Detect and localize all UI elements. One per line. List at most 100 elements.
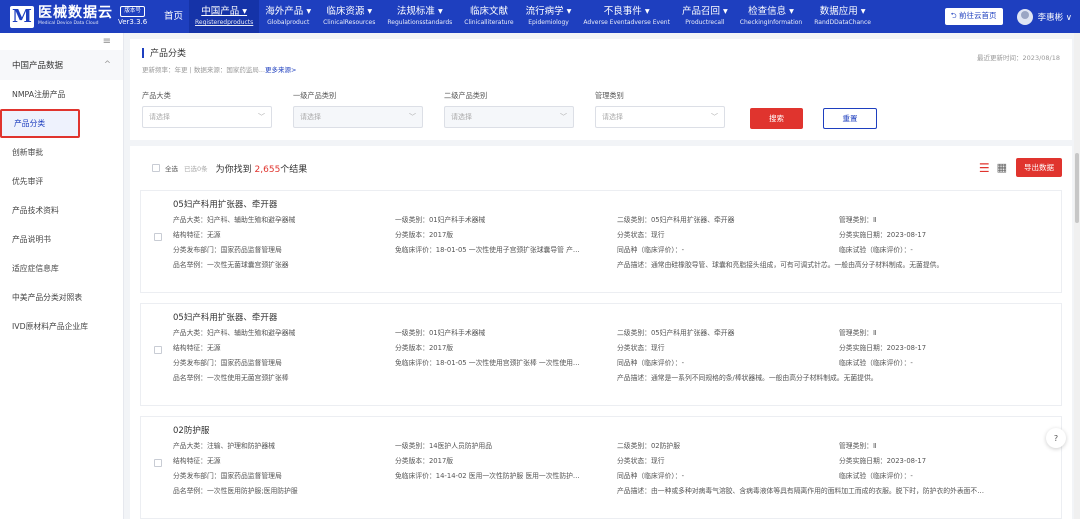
item-field: 分类实施日期：2023-08-17	[839, 231, 927, 239]
help-icon[interactable]: ?	[1046, 428, 1066, 448]
item-checkbox[interactable]	[154, 459, 162, 467]
result-count: 为你找到 2,655个结果	[215, 164, 308, 175]
nav-registered-products[interactable]: 中国产品 ▾ Registeredproducts	[189, 0, 260, 33]
item-field: 临床试验（临床评价）：-	[839, 359, 913, 367]
search-button[interactable]: 搜索	[750, 108, 803, 129]
item-field: 一级类别：01妇产科手术器械	[395, 329, 486, 337]
item-field: 产品大类：妇产科、辅助生殖和避孕器械	[173, 329, 296, 337]
item-title[interactable]: 05妇产科用扩张器、牵开器	[173, 311, 1051, 323]
sidebar-item-ivd-raw-materials[interactable]: IVD原材料产品企业库	[0, 312, 123, 341]
item-field: 免临床评价：14-14-02 医用一次性防护服 医用一次性防护…	[395, 472, 580, 480]
page-scrollbar[interactable]	[1074, 33, 1080, 519]
nav-data-application[interactable]: 数据应用 ▾ RandDDataChance	[808, 0, 877, 33]
item-field: 分类状态：现行	[617, 344, 665, 352]
chevron-down-icon: ﹀	[409, 113, 416, 121]
sidebar-item-indications[interactable]: 适应症信息库	[0, 254, 123, 283]
list-view-icon[interactable]: ☰	[979, 161, 990, 175]
item-field: 一级类别：14医护人员防护用品	[395, 442, 493, 450]
item-field: 品名举例：一次性使用无菌宫颈扩张棒	[173, 374, 289, 382]
item-field: 产品大类：妇产科、辅助生殖和避孕器械	[173, 216, 296, 224]
item-field: 分类版本：2017版	[395, 344, 454, 352]
item-field: 免临床评价：18-01-05 一次性使用子宫颈扩张球囊导管 产…	[395, 246, 580, 254]
nav-home[interactable]: 首页	[158, 0, 189, 33]
sidebar-item-nmpa[interactable]: NMPA注册产品	[0, 80, 123, 109]
select-all-checkbox[interactable]	[152, 164, 160, 172]
scrollbar-thumb[interactable]	[1075, 153, 1079, 223]
item-field: 产品描述：由一种或多种对病毒气溶胶、含病毒液体等具有隔离作用的面料加工而成的衣服…	[617, 487, 985, 495]
item-field: 产品描述：通常由硅橡胶导管、球囊和亮脂接头组成，可有可调式针芯。一般由高分子材料…	[617, 261, 944, 269]
item-field: 结构特征：无源	[173, 457, 221, 465]
sidebar-item-technical-data[interactable]: 产品技术资料	[0, 196, 123, 225]
list-item[interactable]: 05妇产科用扩张器、牵开器 产品大类：妇产科、辅助生殖和避孕器械 一级类别：01…	[140, 303, 1062, 406]
logo-title: 医械数据云	[38, 5, 113, 21]
item-field: 分类实施日期：2023-08-17	[839, 344, 927, 352]
level1-category-select[interactable]: 请选择 ﹀	[293, 106, 423, 128]
update-info: 更新频率：年更 | 数据来源：国家药监局...更多来源>	[142, 66, 297, 74]
nav-checking-information[interactable]: 检查信息 ▾ CheckingInformation	[734, 0, 808, 33]
list-item[interactable]: 05妇产科用扩张器、牵开器 产品大类：妇产科、辅助生殖和避孕器械 一级类别：01…	[140, 190, 1062, 293]
last-update-time: 最近更新时间：2023/08/18	[977, 54, 1060, 62]
item-field: 临床试验（临床评价）：-	[839, 246, 913, 254]
reset-button[interactable]: 重置	[823, 108, 877, 129]
item-title[interactable]: 02防护服	[173, 424, 1051, 436]
nav-clinical-resources[interactable]: 临床资源 ▾ ClinicalResources	[317, 0, 381, 33]
item-field: 分类发布部门：国家药品监督管理局	[173, 246, 282, 254]
nav-epidemiology[interactable]: 流行病学 ▾ Epidemiology	[520, 0, 578, 33]
user-menu[interactable]: 李惠彬 ∨	[1038, 11, 1072, 23]
item-checkbox[interactable]	[154, 233, 162, 241]
menu-toggle-icon[interactable]: ≡	[0, 33, 123, 50]
item-field: 二级类别：05妇产科用扩张器、牵开器	[617, 216, 735, 224]
item-field: 一级类别：01妇产科手术器械	[395, 216, 486, 224]
sidebar-group-label: 中国产品数据	[12, 61, 64, 71]
table-view-icon[interactable]: ▦	[997, 161, 1007, 174]
logo[interactable]: M 医械数据云 Medical Device Data Cloud 版本号 Ve…	[0, 0, 158, 33]
version-badge: 版本号	[120, 6, 145, 17]
top-navigation-bar: M 医械数据云 Medical Device Data Cloud 版本号 Ve…	[0, 0, 1080, 33]
more-sources-link[interactable]: 更多来源>	[265, 66, 296, 74]
sidebar-group-china-products[interactable]: 中国产品数据 ^	[0, 50, 123, 80]
item-field: 产品描述：通常是一系列不同规格的条/棒状器械。一般由高分子材料制成。无菌提供。	[617, 374, 878, 382]
chevron-up-icon: ^	[103, 60, 111, 70]
item-field: 免临床评价：18-01-05 一次性使用宫颈扩张棒 一次性使用…	[395, 359, 580, 367]
list-item[interactable]: 02防护服 产品大类：注输、护理和防护器械 一级类别：14医护人员防护用品 二级…	[140, 416, 1062, 519]
goto-cloud-home-button[interactable]: ⮌ 前往云首页	[944, 8, 1003, 25]
nav-clinical-literature[interactable]: 临床文献 Clinicalliterature	[458, 0, 519, 33]
export-data-button[interactable]: 导出数据	[1016, 158, 1062, 177]
level2-category-select[interactable]: 请选择 ﹀	[444, 106, 574, 128]
item-field: 结构特征：无源	[173, 344, 221, 352]
sidebar-item-instructions[interactable]: 产品说明书	[0, 225, 123, 254]
version-number: Ver3.3.6	[118, 18, 148, 26]
management-class-select[interactable]: 请选择 ﹀	[595, 106, 725, 128]
main-content: 产品分类 更新频率：年更 | 数据来源：国家药监局...更多来源> 最近更新时间…	[130, 39, 1072, 519]
chevron-down-icon: ﹀	[258, 113, 265, 121]
chevron-down-icon: ﹀	[560, 113, 567, 121]
page-title: 产品分类	[142, 46, 1060, 59]
filter-level1-category: 一级产品类别 请选择 ﹀	[293, 91, 423, 128]
filter-panel: 产品分类 更新频率：年更 | 数据来源：国家药监局...更多来源> 最近更新时间…	[130, 39, 1072, 140]
filter-product-category: 产品大类 请选择 ﹀	[142, 91, 272, 128]
sidebar: ≡ 中国产品数据 ^ NMPA注册产品 产品分类 创新审批 优先审评 产品技术资…	[0, 33, 124, 519]
nav-global-product[interactable]: 海外产品 ▾ Globalproduct	[259, 0, 317, 33]
chevron-down-icon: ﹀	[711, 113, 718, 121]
selected-count: 已选0条	[184, 165, 208, 173]
item-field: 同品种（临床评价）：-	[617, 246, 685, 254]
sidebar-item-priority-review[interactable]: 优先审评	[0, 167, 123, 196]
sidebar-item-product-classification[interactable]: 产品分类	[0, 109, 80, 138]
item-title[interactable]: 05妇产科用扩张器、牵开器	[173, 198, 1051, 210]
avatar[interactable]	[1016, 8, 1033, 25]
item-field: 二级类别：02防护服	[617, 442, 681, 450]
filter-level2-category: 二级产品类别 请选择 ﹀	[444, 91, 574, 128]
item-field: 管理类别：Ⅱ	[839, 216, 877, 224]
item-field: 分类发布部门：国家药品监督管理局	[173, 472, 282, 480]
sidebar-item-innovation-approval[interactable]: 创新审批	[0, 138, 123, 167]
product-category-select[interactable]: 请选择 ﹀	[142, 106, 272, 128]
item-field: 产品大类：注输、护理和防护器械	[173, 442, 275, 450]
item-field: 二级类别：05妇产科用扩张器、牵开器	[617, 329, 735, 337]
item-checkbox[interactable]	[154, 346, 162, 354]
nav-product-recall[interactable]: 产品召回 ▾ Productrecall	[676, 0, 734, 33]
nav-adverse-event[interactable]: 不良事件 ▾ Adverse Eventadverse Event	[577, 0, 676, 33]
main-nav: 首页 中国产品 ▾ Registeredproducts 海外产品 ▾ Global…	[158, 0, 877, 33]
item-field: 分类实施日期：2023-08-17	[839, 457, 927, 465]
sidebar-item-cn-us-comparison[interactable]: 中美产品分类对照表	[0, 283, 123, 312]
nav-regulations-standards[interactable]: 法规标准 ▾ Regulationsstandards	[381, 0, 458, 33]
